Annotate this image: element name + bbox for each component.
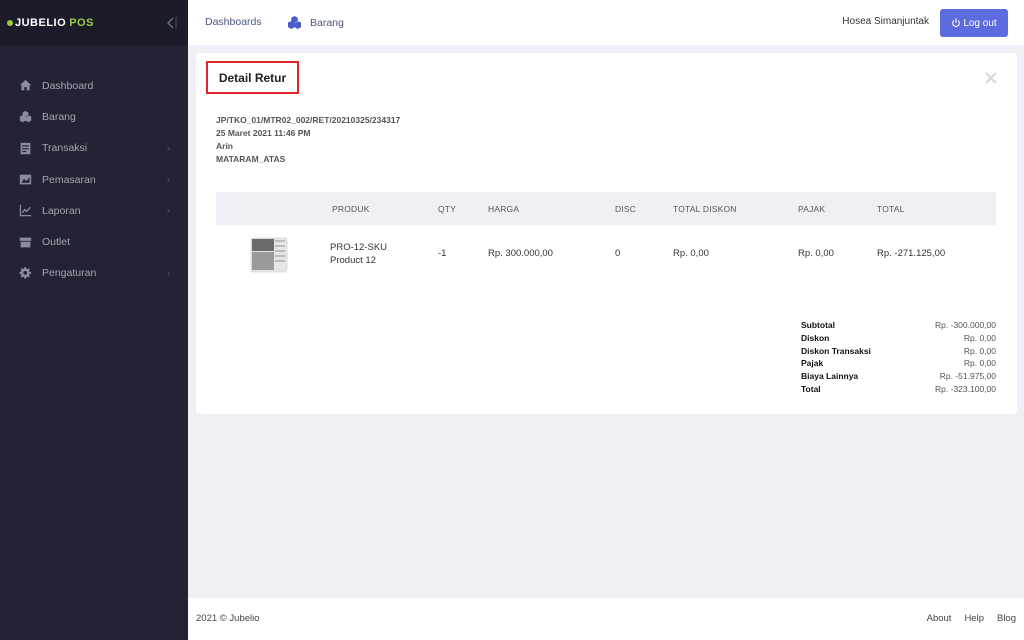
close-icon[interactable] [984,71,998,85]
column-header-total-diskon: TOTAL DISKON [673,204,737,214]
gear-icon [18,266,32,280]
dashboards-link-label: Dashboards [205,16,262,28]
summary-label: Biaya Lainnya [801,371,859,382]
product-name: Product 12 [330,255,376,266]
column-header-produk: PRODUK [332,204,370,214]
footer-link-help[interactable]: Help [964,613,984,624]
sidebar-item-label: Pemasaran [42,173,96,186]
sidebar-item-label: Barang [42,110,76,123]
sidebar-item-dashboard[interactable]: Dashboard [0,70,188,101]
summary-value: Rp. -323.100,00 [935,383,996,394]
sidebar-item-label: Outlet [42,236,71,249]
summary-totals: Subtotal Rp. -300.000,00 Diskon Rp. 0,00 D… [801,319,996,396]
summary-label: Pajak [801,358,824,369]
return-date: 25 Maret 2021 11:46 PM [216,128,311,138]
product-qty: -1 [438,248,447,259]
customer-name: Arin [216,141,233,151]
summary-row-diskon: Diskon Rp. 0,00 [801,332,996,345]
sidebar-item-barang[interactable]: Barang [0,101,188,132]
chart-area-icon [18,173,32,187]
sidebar-item-outlet[interactable]: Outlet [0,226,188,257]
summary-row-total: Total Rp. -323.100,00 [801,383,996,396]
receipt-icon [18,141,32,155]
store-icon [18,235,32,249]
sidebar-item-transaksi[interactable]: Transaksi › [0,133,188,164]
summary-row-subtotal: Subtotal Rp. -300.000,00 [801,319,996,332]
logo-dot-icon [7,20,13,26]
sidebar-item-label: Transaksi [42,142,88,155]
sidebar-item-label: Pengaturan [42,267,97,280]
column-header-disc: DISC [615,204,637,214]
column-header-qty: QTY [438,204,457,214]
sidebar-item-label: Laporan [42,204,81,217]
collapse-sidebar-icon[interactable] [164,15,178,31]
sidebar-header: JUBELIO POS [0,0,188,46]
column-header-total: TOTAL [877,204,905,214]
page-title: Detail Retur [206,61,299,94]
logout-button[interactable]: Log out [940,9,1008,37]
product-total-discount: Rp. 0,00 [673,248,709,259]
product-thumbnail [250,236,290,274]
table-row: PRO-12-SKU Product 12 -1 Rp. 300.000,00 … [216,228,996,278]
sidebar-item-laporan[interactable]: Laporan › [0,195,188,226]
product-tax: Rp. 0,00 [798,248,834,259]
chevron-right-icon: › [167,267,170,278]
summary-label: Diskon Transaksi [801,345,871,356]
summary-row-biaya-lainnya: Biaya Lainnya Rp. -51.975,00 [801,370,996,383]
top-bar: Dashboards Barang Hosea Simanjuntak Log … [188,0,1024,45]
summary-value: Rp. 0,00 [963,332,996,343]
user-name[interactable]: Hosea Simanjuntak [842,16,929,27]
column-header-pajak: PAJAK [798,204,826,214]
summary-label: Diskon [801,332,830,343]
footer-link-about[interactable]: About [927,613,952,624]
summary-label: Total [801,383,821,394]
footer-links: About Help Blog [927,613,1016,624]
sidebar-item-label: Dashboard [42,79,94,92]
home-icon [18,79,32,93]
column-header-harga: HARGA [488,204,520,214]
table-header: PRODUK QTY HARGA DISC TOTAL DISKON PAJAK… [216,192,996,225]
location-name: MATARAM_ATAS [216,154,286,164]
summary-value: Rp. 0,00 [963,345,996,356]
line-chart-icon [18,204,32,218]
sidebar-item-pengaturan[interactable]: Pengaturan › [0,258,188,289]
summary-value: Rp. -51.975,00 [939,371,996,382]
product-disc: 0 [615,248,621,259]
sidebar-item-pemasaran[interactable]: Pemasaran › [0,164,188,195]
logout-label: Log out [963,17,997,29]
logo-text: JUBELIO [15,17,67,29]
return-meta: JP/TKO_01/MTR02_002/RET/20210325/234317 … [216,114,400,166]
chevron-right-icon: › [167,173,170,184]
barang-link[interactable]: Barang [287,16,344,29]
barang-link-label: Barang [310,16,344,29]
footer-link-blog[interactable]: Blog [997,613,1016,624]
summary-row-diskon-transaksi: Diskon Transaksi Rp. 0,00 [801,345,996,358]
summary-row-pajak: Pajak Rp. 0,00 [801,357,996,370]
footer: 2021 © Jubelio About Help Blog [188,598,1024,640]
product-total: Rp. -271.125,00 [877,248,946,259]
sidebar: JUBELIO POS Dashboard Barang Transaksi ›… [0,0,188,640]
summary-value: Rp. 0,00 [963,358,996,369]
cubes-icon [18,110,32,124]
product-sku: PRO-12-SKU [330,242,388,253]
app-logo[interactable]: JUBELIO POS [7,17,94,29]
chevron-right-icon: › [167,205,170,216]
detail-retur-card: Detail Retur JP/TKO_01/MTR02_002/RET/202… [196,53,1017,414]
chevron-right-icon: › [167,142,170,153]
summary-value: Rp. -300.000,00 [935,320,996,330]
cubes-icon [288,16,301,29]
product-price: Rp. 300.000,00 [488,248,553,259]
dashboards-link[interactable]: Dashboards [205,16,262,28]
reference-number: JP/TKO_01/MTR02_002/RET/20210325/234317 [216,115,401,125]
sidebar-menu: Dashboard Barang Transaksi › Pemasaran ›… [0,70,188,289]
copyright-text: 2021 © Jubelio [196,613,260,624]
logo-pos-text: POS [69,17,94,29]
summary-label: Subtotal [801,320,835,330]
power-icon [952,18,961,27]
